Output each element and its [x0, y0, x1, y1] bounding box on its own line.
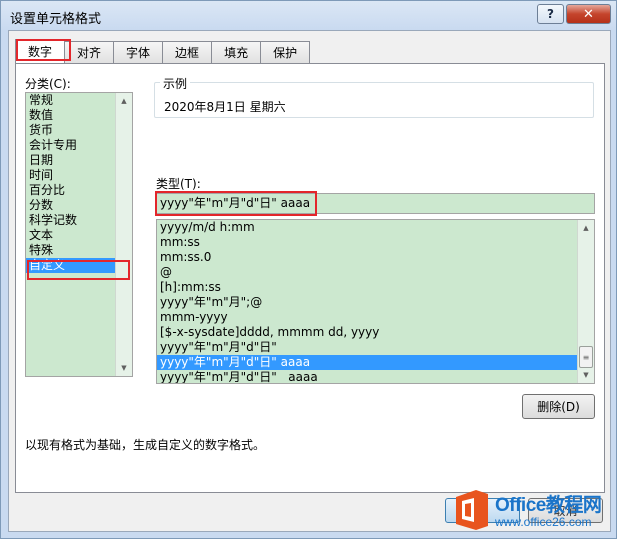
category-label: 分类(C): [25, 77, 71, 91]
type-item[interactable]: [$-x-sysdate]dddd, mmmm dd, yyyy [157, 325, 594, 340]
type-item[interactable]: mm:ss.0 [157, 250, 594, 265]
scroll-up-arrow-icon[interactable]: ▲ [578, 220, 594, 236]
type-scrollbar[interactable]: ▲ ≡ ▼ [577, 220, 594, 383]
close-icon: ✕ [583, 6, 594, 22]
tab-5[interactable]: 保护 [260, 41, 311, 63]
type-item[interactable]: mmm-yyyy [157, 310, 594, 325]
ok-button[interactable] [445, 498, 520, 523]
category-list[interactable]: 常规 数值 货币 会计专用 日期 时间 百分比 分数 科学记数 文本 特殊 自定义 ▲ ▼ [25, 92, 133, 377]
close-button[interactable]: ✕ [566, 4, 611, 24]
scroll-down-arrow-icon[interactable]: ▼ [116, 360, 132, 376]
type-item[interactable]: yyyy"年"m"月"d"日" aaaa [157, 355, 594, 370]
cancel-button[interactable]: 取消 [528, 498, 603, 523]
sample-value: 2020年8月1日 星期六 [164, 100, 286, 114]
sample-label: 示例 [160, 75, 191, 92]
help-button[interactable]: ? [537, 4, 564, 24]
type-item[interactable]: @ [157, 265, 594, 280]
tab-4[interactable]: 填充 [211, 41, 262, 63]
type-item[interactable]: [h]:mm:ss [157, 280, 594, 295]
type-label: 类型(T): [156, 177, 201, 191]
scroll-down-arrow-icon[interactable]: ▼ [578, 367, 594, 383]
type-item[interactable]: yyyy"年"m"月"d"日" [157, 340, 594, 355]
number-tab-panel: 分类(C): 常规 数值 货币 会计专用 日期 时间 百分比 分数 科学记数 文本 特殊 自定义 ▲ … [15, 63, 605, 493]
tab-strip: 数字 对齐 字体 边框 填充 保护 [15, 39, 311, 63]
description-text: 以现有格式为基础，生成自定义的数字格式。 [25, 438, 266, 452]
scroll-thumb[interactable]: ≡ [579, 346, 593, 368]
category-scrollbar[interactable]: ▲ ▼ [115, 93, 132, 376]
window-title: 设置单元格格式 [10, 12, 102, 27]
title-bar: 设置单元格格式 ? ✕ [0, 0, 617, 30]
type-item[interactable]: mm:ss [157, 235, 594, 250]
window-frame: 数字 对齐 字体 边框 填充 保护 分类(C): 常规 数值 货币 会计专用 日期 时间 百分比 分数科… [0, 30, 617, 539]
type-list[interactable]: yyyy/m/d h:mm mm:ss mm:ss.0 @ [h]:mm:ss yyyy"… [156, 219, 595, 384]
type-item[interactable]: yyyy/m/d h:mm [157, 220, 594, 235]
tab-2[interactable]: 字体 [113, 41, 164, 63]
type-item[interactable]: yyyy"年"m"月";@ [157, 295, 594, 310]
type-item[interactable]: yyyy"年"m"月"d"日" aaaa [157, 370, 594, 383]
type-input[interactable]: yyyy"年"m"月"d"日" aaaa [156, 193, 595, 214]
help-icon: ? [547, 7, 554, 21]
tab-1[interactable]: 对齐 [64, 41, 115, 63]
tab-3[interactable]: 边框 [162, 41, 213, 63]
dialog-body: 数字 对齐 字体 边框 填充 保护 分类(C): 常规 数值 货币 会计专用 日期 时间 百分比 分数科… [8, 30, 611, 532]
scroll-up-arrow-icon[interactable]: ▲ [116, 93, 132, 109]
delete-button[interactable]: 删除(D) [522, 394, 595, 419]
tab-0[interactable]: 数字 [15, 39, 66, 63]
